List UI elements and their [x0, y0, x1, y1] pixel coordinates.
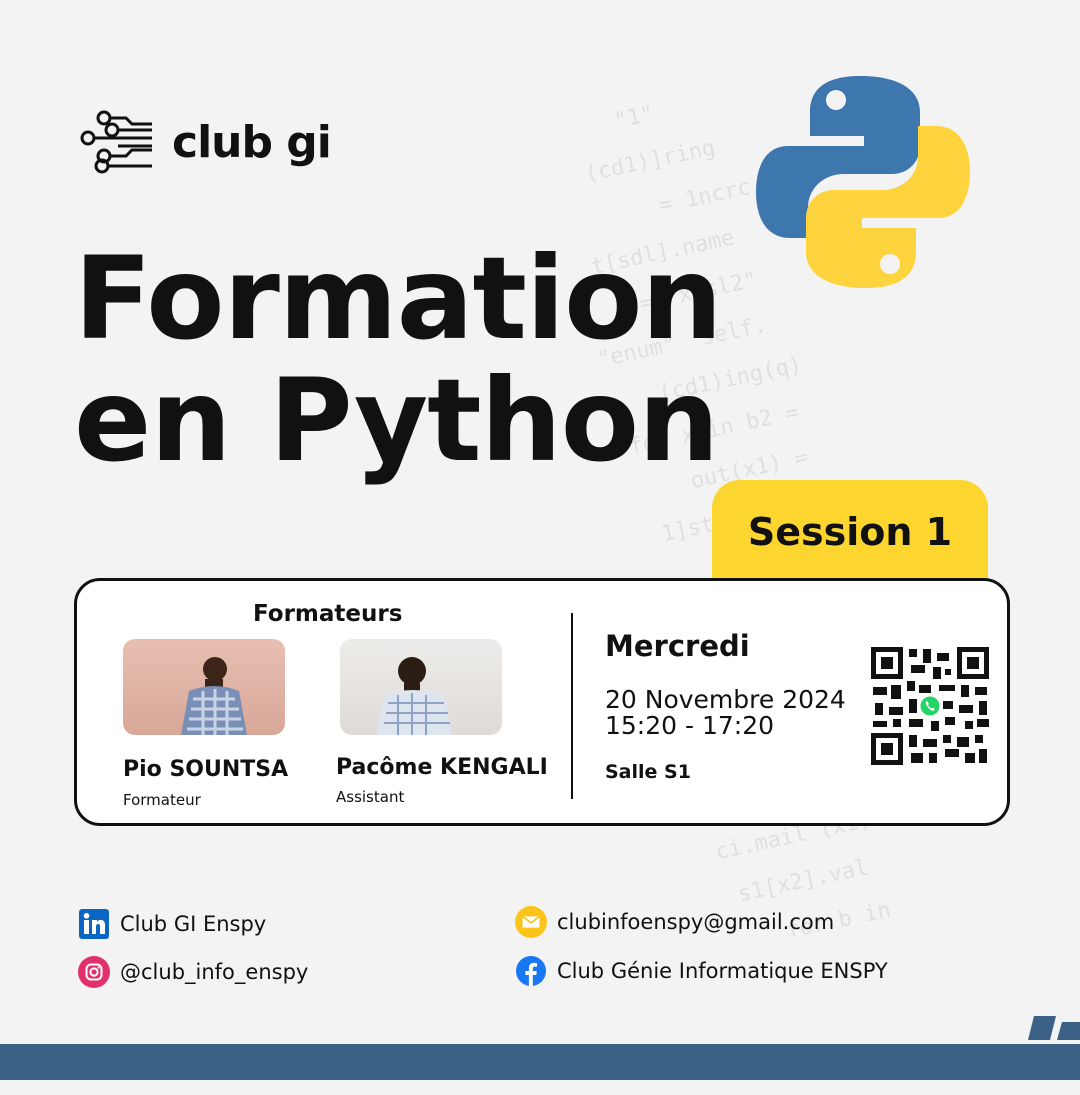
info-card: Formateurs Pio SOUNTSA Formateur Pacôme …	[74, 578, 1010, 826]
avatar-pacome-kengali	[340, 639, 502, 735]
python-logo-icon	[756, 76, 970, 288]
contact-instagram[interactable]: @club_info_enspy	[78, 956, 308, 988]
person-name-1: Pio SOUNTSA	[123, 757, 289, 782]
event-date: 20 Novembre 2024	[605, 685, 846, 714]
session-label: Session 1	[747, 510, 953, 554]
club-logo: club gi	[78, 110, 332, 174]
contact-email[interactable]: clubinfoenspy@gmail.com	[515, 906, 834, 938]
whatsapp-icon	[918, 694, 942, 718]
person-role-2: Assistant	[336, 788, 405, 806]
formateurs-title: Formateurs	[253, 601, 403, 627]
mail-icon	[515, 906, 547, 938]
contact-instagram-text: @club_info_enspy	[120, 960, 309, 984]
event-day: Mercredi	[605, 629, 750, 663]
card-divider	[571, 613, 573, 799]
corner-decoration	[1028, 1016, 1080, 1040]
contact-linkedin-text: Club GI Enspy	[120, 912, 267, 936]
page-title: Formation en Python	[74, 232, 723, 487]
contact-linkedin[interactable]: Club GI Enspy	[78, 908, 266, 940]
linkedin-icon	[78, 908, 110, 940]
person-role-1: Formateur	[123, 791, 201, 809]
event-time: 15:20 - 17:20	[605, 711, 775, 740]
title-line-1: Formation	[74, 232, 723, 365]
facebook-icon	[515, 955, 547, 987]
instagram-icon	[78, 956, 110, 988]
footer-bar	[0, 1044, 1080, 1080]
circuit-icon	[80, 110, 152, 174]
contact-facebook-text: Club Génie Informatique ENSPY	[557, 959, 888, 983]
avatar-pio-sountsa	[123, 639, 285, 735]
contact-email-text: clubinfoenspy@gmail.com	[557, 910, 835, 934]
contact-facebook[interactable]: Club Génie Informatique ENSPY	[515, 955, 888, 987]
person-name-2: Pacôme KENGALI	[336, 755, 548, 780]
event-room: Salle S1	[605, 761, 691, 783]
title-line-2: en Python	[74, 354, 719, 487]
club-logo-text: club gi	[172, 116, 332, 168]
qr-code[interactable]	[869, 645, 991, 767]
